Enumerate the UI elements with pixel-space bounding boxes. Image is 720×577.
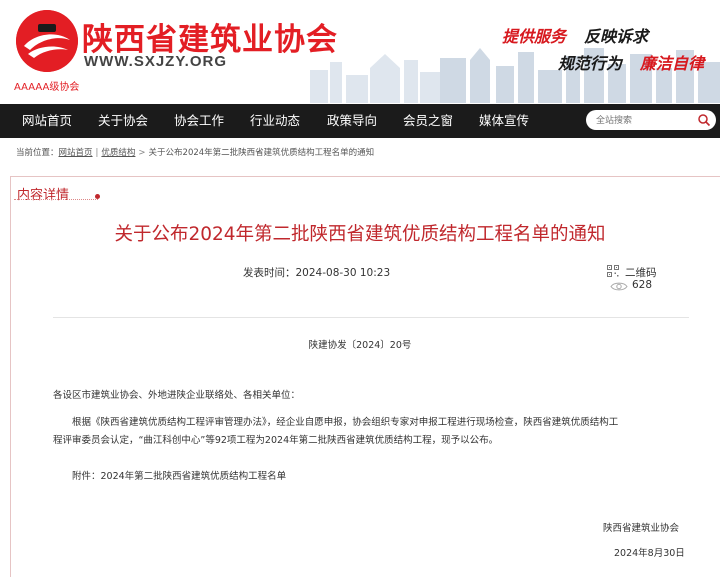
rating-badge: AAAAA级协会 — [14, 82, 80, 93]
header-divider — [53, 317, 689, 318]
qr-code-icon[interactable] — [607, 265, 619, 277]
publish-time-value: 2024-08-30 10:23 — [295, 267, 391, 279]
qr-code-label[interactable]: 二维码 — [625, 265, 657, 280]
breadcrumb-current: 关于公布2024年第二批陕西省建筑优质结构工程名单的通知 — [148, 148, 375, 158]
signature-date: 2024年8月30日 — [614, 548, 685, 559]
nav-item-about[interactable]: 关于协会 — [98, 104, 148, 138]
site-header: 陕西省建筑业协会 WWW.SXJZY.ORG AAAAA级协会 提供服务 反映诉… — [0, 0, 720, 103]
section-divider — [14, 198, 98, 200]
paragraph-line-2: 程评审委员会认定，“曲江科创中心”等92项工程为2024年第二批陕西省建筑优质结… — [53, 435, 499, 446]
section-title: 内容详情 — [17, 188, 70, 203]
slogan-provide-service: 提供服务 — [502, 27, 567, 46]
search-input[interactable] — [594, 112, 698, 130]
publish-time: 发表时间：2024-08-30 10:23 — [243, 265, 390, 280]
site-search — [586, 110, 716, 130]
logo-emblem[interactable] — [16, 10, 78, 72]
signature-organization: 陕西省建筑业协会 — [603, 523, 680, 534]
eye-icon — [610, 282, 628, 291]
site-url: WWW.SXJZY.ORG — [84, 53, 228, 70]
view-count: 628 — [632, 279, 653, 291]
document-number: 陕建协发〔2024〕20号 — [308, 340, 412, 351]
breadcrumb-home-link[interactable]: 网站首页 — [59, 148, 93, 158]
breadcrumb-separator: > — [138, 148, 146, 158]
search-icon[interactable] — [697, 113, 711, 127]
article-title: 关于公布2024年第二批陕西省建筑优质结构工程名单的通知 — [114, 224, 606, 245]
slogan-reflect-demands: 反映诉求 — [584, 27, 649, 46]
nav-item-policy[interactable]: 政策导向 — [327, 104, 377, 138]
nav-item-work[interactable]: 协会工作 — [174, 104, 224, 138]
breadcrumb-category-link[interactable]: 优质结构 — [101, 148, 135, 158]
attachment[interactable]: 附件：2024年第二批陕西省建筑优质结构工程名单 — [72, 468, 286, 486]
slogan-integrity: 廉洁自律 — [640, 54, 705, 73]
breadcrumb: 当前位置：网站首页 | 优质结构 > 关于公布2024年第二批陕西省建筑优质结构工程名单… — [16, 146, 374, 158]
publish-label: 发表时间： — [243, 267, 296, 279]
breadcrumb-separator: | — [95, 148, 99, 158]
section-dot — [95, 194, 100, 199]
nav-item-industry-news[interactable]: 行业动态 — [250, 104, 300, 138]
salutation: 各设区市建筑业协会、外地进陕企业联络处、各相关单位： — [53, 390, 301, 401]
nav-item-home[interactable]: 网站首页 — [22, 104, 72, 138]
slogan-regulate-behavior: 规范行为 — [558, 54, 623, 73]
nav-item-media[interactable]: 媒体宣传 — [479, 104, 529, 138]
nav-item-members[interactable]: 会员之窗 — [403, 104, 453, 138]
paragraph-line-1: 根据《陕西省建筑优质结构工程评审管理办法》，经企业自愿申报，协会组织专家对申报工… — [72, 417, 619, 428]
breadcrumb-prefix: 当前位置： — [16, 148, 59, 158]
